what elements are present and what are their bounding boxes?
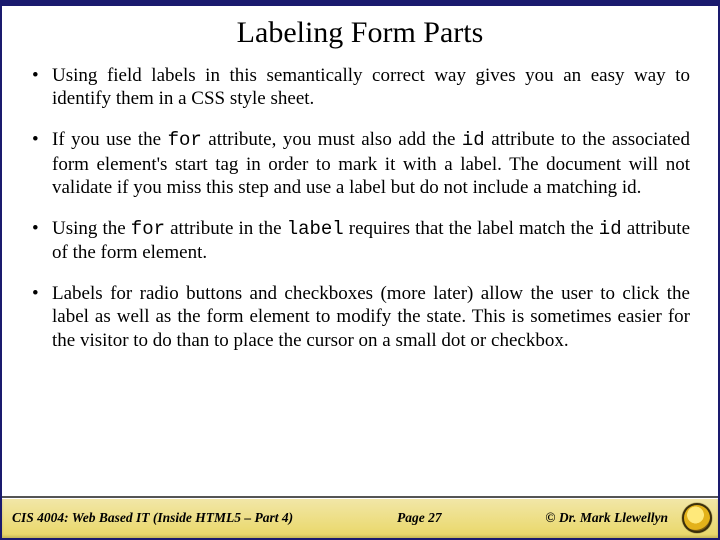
code-span: for [168,129,202,151]
code-span: label [287,218,344,240]
bullet-item: Labels for radio buttons and checkboxes … [30,282,690,352]
bullet-text: If you use the [52,129,168,150]
code-span: id [599,218,622,240]
footer-author: © Dr. Mark Llewellyn [545,510,674,526]
bullet-text: attribute in the [165,218,287,239]
ucf-logo-icon [682,503,712,533]
code-span: id [462,129,485,151]
code-span: for [131,218,165,240]
slide: Labeling Form Parts Using field labels i… [0,0,720,540]
slide-body: Using field labels in this semantically … [2,56,718,496]
bullet-text: attribute, you must also add the [202,129,462,150]
slide-title: Labeling Form Parts [2,6,718,56]
bullet-text: Labels for radio buttons and checkboxes … [52,283,690,350]
footer-course: CIS 4004: Web Based IT (Inside HTML5 – P… [12,510,293,526]
footer-page: Page 27 [293,510,545,526]
bullet-list: Using field labels in this semantically … [30,64,690,352]
bullet-item: Using the for attribute in the label req… [30,217,690,264]
slide-footer: CIS 4004: Web Based IT (Inside HTML5 – P… [2,496,718,538]
bullet-item: Using field labels in this semantically … [30,64,690,110]
bullet-text: Using the [52,218,131,239]
bullet-text: Using field labels in this semantically … [52,65,690,109]
bullet-item: If you use the for attribute, you must a… [30,128,690,199]
bullet-text: requires that the label match the [344,218,599,239]
